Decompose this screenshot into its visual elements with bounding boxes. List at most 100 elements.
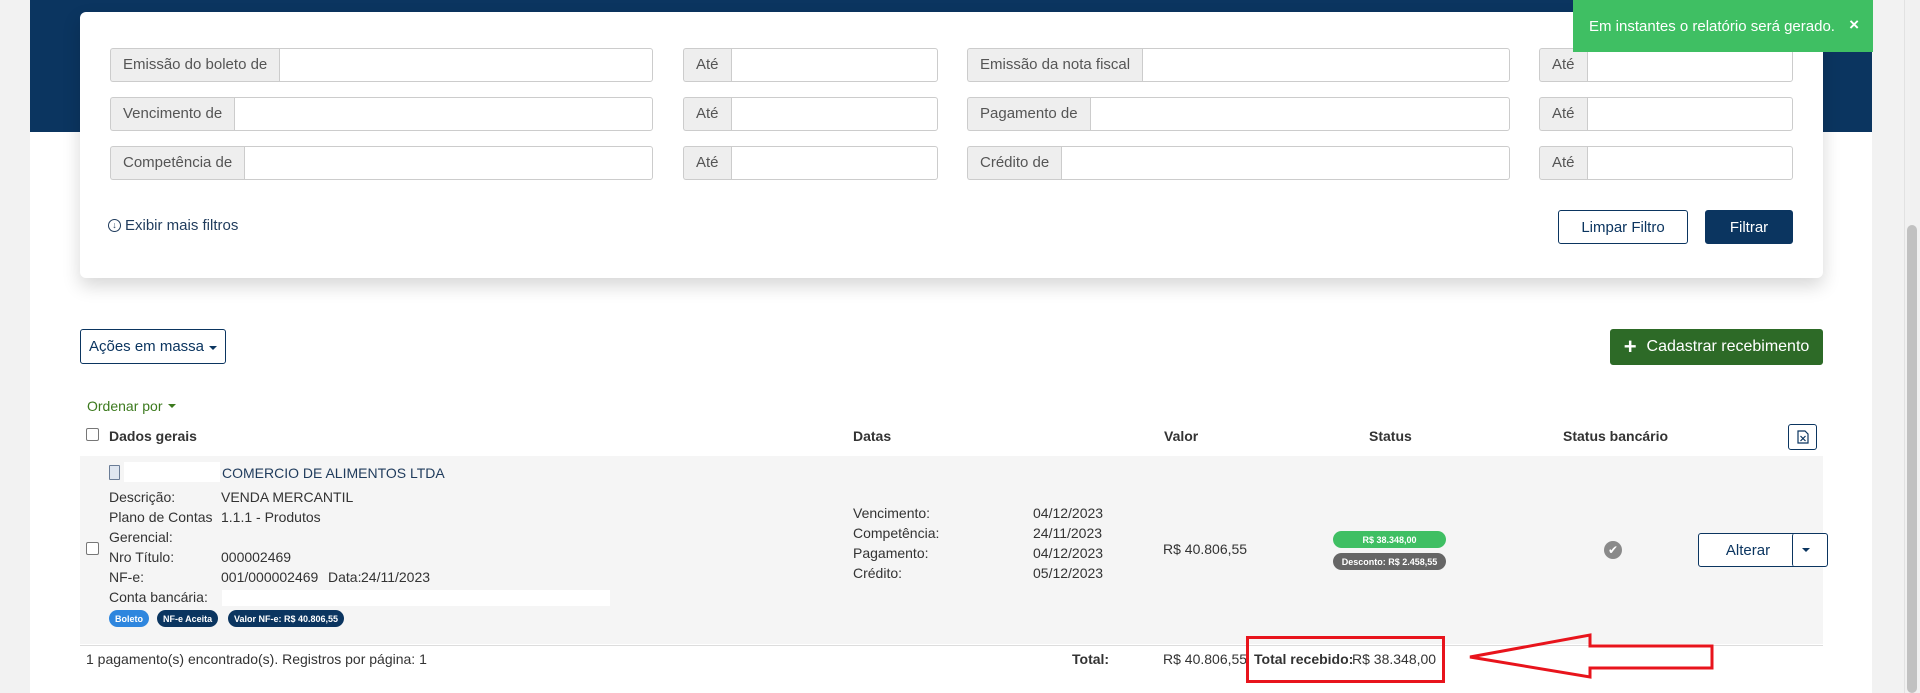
field-label: Descrição: (109, 489, 176, 505)
header-general: Dados gerais (109, 428, 197, 444)
date-input[interactable] (1586, 97, 1793, 131)
badge-nfe-accepted: NF-e Aceita (157, 610, 219, 627)
document-icon (109, 465, 120, 480)
date-input[interactable] (1089, 97, 1510, 131)
header-bank-status: Status bancário (1563, 428, 1669, 444)
filter-pagamento-from[interactable]: Pagamento de (967, 97, 1510, 131)
badge-nfe-value: Valor NF-e: R$ 40.806,55 (228, 610, 345, 627)
filter-label: Emissão do boleto de (110, 48, 280, 82)
date-value: 04/12/2023 (1033, 545, 1104, 561)
filter-boleto-to[interactable]: Até (683, 48, 938, 82)
field-value: 001/000002469 (221, 569, 319, 585)
caret-down-icon (209, 345, 218, 350)
header-dates: Datas (853, 428, 892, 444)
mass-actions-dropdown[interactable]: Ações em massa (80, 329, 226, 364)
field-value: 24/11/2023 (361, 569, 431, 585)
filter-label: Até (683, 146, 731, 180)
select-all-checkbox[interactable] (86, 428, 99, 441)
results-summary: 1 pagamento(s) encontrado(s). Registros … (86, 651, 427, 667)
caret-down-icon (168, 404, 177, 408)
filter-competencia-to[interactable]: Até (683, 146, 938, 180)
arrow-down-circle-icon: ↓ (108, 219, 121, 232)
filter-pagamento-to[interactable]: Até (1539, 97, 1793, 131)
filter-label: Crédito de (967, 146, 1062, 180)
caret-down-icon (1801, 548, 1810, 552)
company-name-link[interactable]: COMERCIO DE ALIMENTOS LTDA (222, 465, 445, 481)
date-value: 04/12/2023 (1033, 505, 1104, 521)
date-label: Competência: (853, 525, 940, 541)
check-circle-icon: ✔ (1604, 541, 1622, 559)
export-excel-icon[interactable] (1788, 424, 1817, 450)
date-input[interactable] (730, 48, 938, 82)
more-filters-label: Exibir mais filtros (125, 217, 239, 234)
more-filters-link[interactable]: ↓ Exibir mais filtros (108, 217, 238, 234)
row-value: R$ 40.806,55 (1163, 541, 1248, 557)
redacted-block (124, 462, 220, 482)
field-label: Data: (328, 569, 362, 585)
filter-label: Pagamento de (967, 97, 1090, 131)
total-label: Total: (1072, 651, 1110, 667)
date-input[interactable] (1142, 48, 1510, 82)
notification-toast: Em instantes o relatório será gerado. × (1573, 0, 1873, 52)
filter-competencia-from[interactable]: Competência de (110, 146, 653, 180)
filter-boleto-from[interactable]: Emissão do boleto de (110, 48, 653, 82)
highlight-box (1246, 636, 1445, 683)
date-value: 05/12/2023 (1033, 565, 1104, 581)
header-status: Status (1369, 428, 1412, 444)
redacted-block (222, 590, 610, 606)
field-label: NF-e: (109, 569, 144, 585)
date-value: 24/11/2023 (1033, 525, 1103, 541)
clear-filter-button[interactable]: Limpar Filtro (1558, 210, 1688, 244)
filter-label: Emissão da nota fiscal (967, 48, 1143, 82)
filter-label: Até (683, 48, 731, 82)
order-by-label: Ordenar por (87, 398, 163, 414)
mass-actions-label: Ações em massa (88, 338, 205, 355)
date-input[interactable] (234, 97, 653, 131)
filter-label: Até (1539, 97, 1587, 131)
toast-message: Em instantes o relatório será gerado. (1589, 17, 1835, 35)
date-label: Crédito: (853, 565, 903, 581)
date-label: Vencimento: (853, 505, 931, 521)
date-label: Pagamento: (853, 545, 929, 561)
add-receipt-label: Cadastrar recebimento (1646, 338, 1810, 355)
header-value: Valor (1164, 428, 1199, 444)
field-label: Gerencial: (109, 529, 173, 545)
field-label: Nro Título: (109, 549, 175, 565)
edit-options-toggle[interactable] (1792, 533, 1818, 567)
date-input[interactable] (1586, 48, 1793, 82)
row-checkbox[interactable] (86, 542, 99, 555)
date-input[interactable] (1061, 146, 1510, 180)
field-value: VENDA MERCANTIL (221, 489, 354, 505)
edit-button-label: Alterar (1725, 541, 1771, 559)
field-label: Plano de Contas (109, 509, 213, 525)
date-input[interactable] (1586, 146, 1793, 180)
date-input[interactable] (730, 97, 938, 131)
filter-panel: Emissão do boleto de Até Emissão da nota… (80, 12, 1823, 278)
date-input[interactable] (279, 48, 653, 82)
filter-button[interactable]: Filtrar (1705, 210, 1793, 244)
filter-vencimento-to[interactable]: Até (683, 97, 938, 131)
status-discount-pill: Desconto: R$ 2.458,55 (1333, 553, 1446, 570)
filter-credito-to[interactable]: Até (1539, 146, 1793, 180)
filter-label: Vencimento de (110, 97, 235, 131)
filter-label: Até (1539, 48, 1587, 82)
close-icon[interactable]: × (1849, 15, 1859, 35)
plus-icon: + (1623, 334, 1637, 359)
filter-label: Até (683, 97, 731, 131)
filter-nota-to[interactable]: Até (1539, 48, 1793, 82)
filter-label: Competência de (110, 146, 245, 180)
badge-boleto: Boleto (109, 610, 149, 627)
field-label: Conta bancária: (109, 589, 208, 605)
filter-label: Até (1539, 146, 1587, 180)
annotation-arrow-icon (1469, 633, 1714, 679)
field-value: 000002469 (221, 549, 292, 565)
scrollbar-thumb[interactable] (1907, 225, 1917, 693)
date-input[interactable] (244, 146, 653, 180)
filter-vencimento-from[interactable]: Vencimento de (110, 97, 653, 131)
field-value: 1.1.1 - Produtos (221, 509, 321, 525)
filter-nota-from[interactable]: Emissão da nota fiscal (967, 48, 1510, 82)
order-by-dropdown[interactable]: Ordenar por (87, 398, 177, 414)
add-receipt-button[interactable]: + Cadastrar recebimento (1610, 329, 1823, 365)
filter-credito-from[interactable]: Crédito de (967, 146, 1510, 180)
date-input[interactable] (730, 146, 938, 180)
